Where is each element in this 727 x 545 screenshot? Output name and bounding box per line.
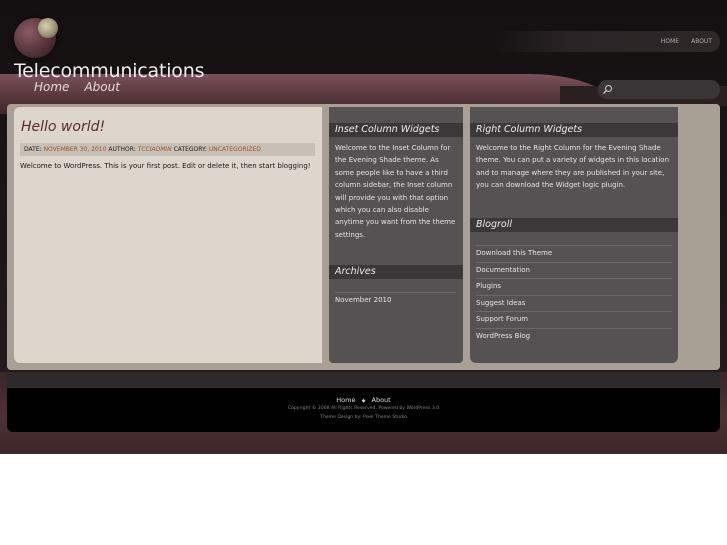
inset-text-line: the Evening Shade theme. As [335,156,439,165]
inset-text-line: settings. [335,230,366,239]
blogroll-link[interactable]: Plugins [476,278,672,295]
meta-category-label: CATEGORY: [173,146,207,153]
meta-date[interactable]: NOVEMBER 30, 2010 [44,146,107,153]
search-input[interactable] [613,82,715,97]
meta-author[interactable]: TCCIADMIN [138,146,172,153]
inset-text-line: column sidebar, the Inset column [335,181,453,190]
right-text-line: theme. You can put a variety of widgets … [476,156,670,165]
post-meta: DATE: NOVEMBER 30, 2010 AUTHOR: TCCIADMI… [20,143,315,156]
blogroll-link[interactable]: WordPress Blog [476,327,672,345]
meta-date-label: DATE: [24,146,42,153]
copyright: Copyright © 2008 All Rights Reserved. Po… [287,406,440,411]
top-nav: HOME ABOUT [492,31,720,52]
top-nav-about[interactable]: ABOUT [691,38,712,45]
search-icon[interactable] [602,84,613,95]
footer-nav: Home ◆ About [0,396,727,404]
blogroll-list: Download this Theme Documentation Plugin… [476,245,672,344]
inset-text-line: will provide you with that option [335,193,449,202]
post-body: Welcome to WordPress. This is your first… [20,162,311,170]
archives-title: Archives [329,265,463,279]
search-box[interactable] [598,80,720,99]
blogroll-link[interactable]: Suggest Ideas [476,294,672,312]
right-text-line: you can download the Widget logic plugin… [476,181,626,190]
footer-strip [7,372,720,387]
archives-list: November 2010 [335,292,456,309]
logo-moon-icon [38,18,58,38]
meta-author-label: AUTHOR: [108,146,136,153]
blogroll-title: Blogroll [470,218,678,232]
blogroll-link[interactable]: Download this Theme [476,245,672,262]
footer-nav-home[interactable]: Home [336,396,355,404]
right-text-line: and to manage where they are published i… [476,168,665,177]
site-title[interactable]: Telecommunications [14,60,204,82]
blogroll-link[interactable]: Support Forum [476,311,672,328]
right-widget-text: Welcome to the Right Column for the Even… [476,142,676,192]
inset-widget-title: Inset Column Widgets [329,123,463,137]
bullet-separator-icon: ◆ [361,398,366,404]
footer-nav-about[interactable]: About [372,396,391,404]
archive-link[interactable]: November 2010 [335,292,456,309]
inset-text-line: which you can also disable [335,206,429,215]
main-nav-about[interactable]: About [84,80,119,94]
meta-category[interactable]: UNCATEGORIZED [209,146,261,153]
top-nav-home[interactable]: HOME [661,38,679,45]
inset-text-line: some people like to have a third [335,168,448,177]
credits[interactable]: Theme Design by: Pixel Theme Studio [0,415,727,420]
right-text-line: Welcome to the Right Column for the Even… [476,144,661,152]
inset-text-line: Welcome to the Inset Column for [335,144,451,152]
inset-text-line: anytime you want from the theme [335,218,456,227]
inset-widget-text: Welcome to the Inset Column for the Even… [335,142,460,241]
main-nav: Home About [34,80,120,94]
main-nav-home[interactable]: Home [34,80,69,94]
post-title[interactable]: Hello world! [21,119,105,135]
blogroll-link[interactable]: Documentation [476,261,672,279]
right-widget-title: Right Column Widgets [470,123,678,137]
